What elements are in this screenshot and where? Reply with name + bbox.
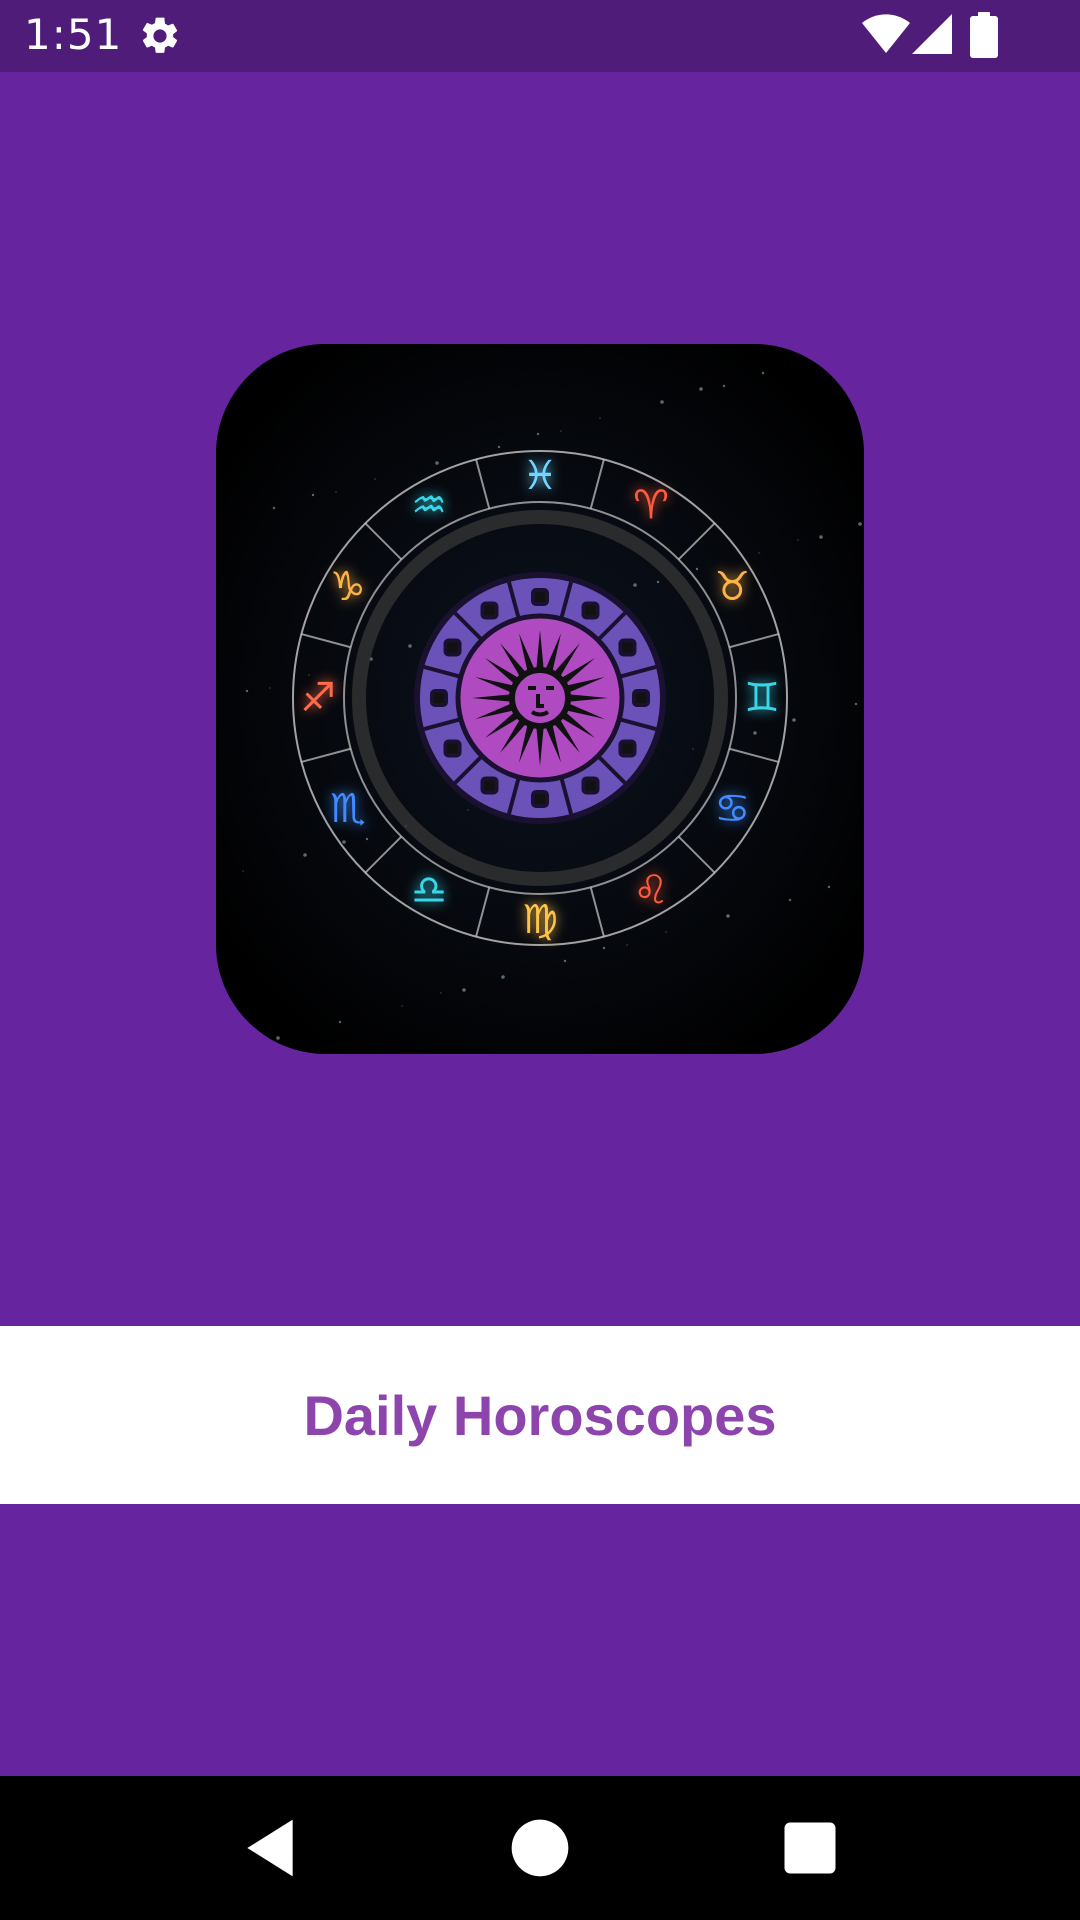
zodiac-wheel-image: ♓ ♈ ♉ ♊ ♋ ♌ ♍ ♎ ♏ ♐ ♑ ♒ [216,344,864,1054]
zodiac-sign-glyph: ♎ [411,867,447,913]
inner-sign-mark [618,739,637,758]
star-dot [276,1036,280,1040]
title-band: Daily Horoscopes [0,1326,1080,1504]
star-dot [237,1049,241,1053]
inner-sign-mark [618,638,637,657]
star-dot [695,567,699,571]
zodiac-sign-glyph: ♑ [330,564,366,610]
star-dot [854,702,858,706]
star-dot [335,491,337,493]
star-dot [758,552,760,554]
star-dot [699,387,703,391]
star-dot [626,944,628,946]
inner-sign-mark [581,601,600,620]
star-dot [692,748,694,750]
zodiac-sign-glyph: ♈ [633,483,669,529]
wifi-icon [862,14,910,53]
app-logo: ♓ ♈ ♉ ♊ ♋ ♌ ♍ ♎ ♏ ♐ ♑ ♒ [216,344,864,1054]
star-dot [656,580,660,584]
zodiac-sign-glyph: ♍ [522,897,558,943]
star-dot [338,1020,342,1024]
back-icon[interactable] [236,1814,304,1882]
inner-sign-mark [443,739,462,758]
inner-sign-mark [480,601,499,620]
star-dot [788,898,792,902]
inner-sign-mark [480,776,499,795]
star-dot [245,689,249,693]
star-dot [342,840,346,844]
star-dot [753,731,757,735]
star-dot [827,885,831,889]
recents-icon[interactable] [776,1814,844,1882]
star-dot [242,870,244,872]
status-bar: 1:51 [0,0,1080,72]
star-dot [660,400,664,404]
star-dot [722,384,726,388]
inner-sign-mark [531,588,549,606]
status-time: 1:51 [24,10,123,59]
inner-sign-mark [430,689,448,707]
star-dot [272,506,276,510]
inner-sign-mark [581,776,600,795]
star-dot [497,445,501,449]
zodiac-sign-glyph: ♉ [714,564,750,610]
star-dot [440,992,442,994]
home-icon[interactable] [506,1814,574,1882]
star-dot [761,371,765,375]
star-dot [408,644,412,648]
star-dot [536,432,540,436]
main-content: ♓ ♈ ♉ ♊ ♋ ♌ ♍ ♎ ♏ ♐ ♑ ♒ Daily Horoscopes [0,72,1080,1776]
inner-sign-mark [443,638,462,657]
inner-sign-mark [632,689,650,707]
star-dot [563,959,567,963]
star-dot [858,522,862,526]
star-dot [560,430,562,432]
star-dot [269,687,271,689]
star-dot [599,417,601,419]
star-dot [462,988,466,992]
inner-sign-mark [531,790,549,808]
star-dot [797,539,799,541]
zodiac-sign-glyph: ♐ [300,675,336,721]
star-dot [726,914,730,918]
star-dot [311,493,315,497]
star-dot [365,837,369,841]
app-title: Daily Horoscopes [0,1326,1080,1504]
zodiac-sign-glyph: ♓ [522,453,558,499]
battery-icon [970,12,998,58]
star-dot [819,535,823,539]
navigation-bar [0,1776,1080,1920]
star-dot [401,1005,403,1007]
zodiac-sign-glyph: ♋ [714,786,750,832]
zodiac-sign-glyph: ♊ [744,675,780,721]
star-dot [792,718,796,722]
star-dot [602,946,606,950]
star-dot [633,583,637,587]
star-dot [467,809,469,811]
star-dot [665,931,667,933]
star-dot [303,853,307,857]
zodiac-sign-glyph: ♒ [411,483,447,529]
zodiac-sign-glyph: ♏ [330,786,366,832]
gear-icon [142,17,178,53]
zodiac-sign-glyph: ♌ [633,867,669,913]
star-dot [216,344,217,345]
star-dot [501,975,505,979]
star-dot [374,478,376,480]
star-dot [435,461,439,465]
cellular-signal-icon [912,14,952,54]
star-dot [824,356,826,358]
